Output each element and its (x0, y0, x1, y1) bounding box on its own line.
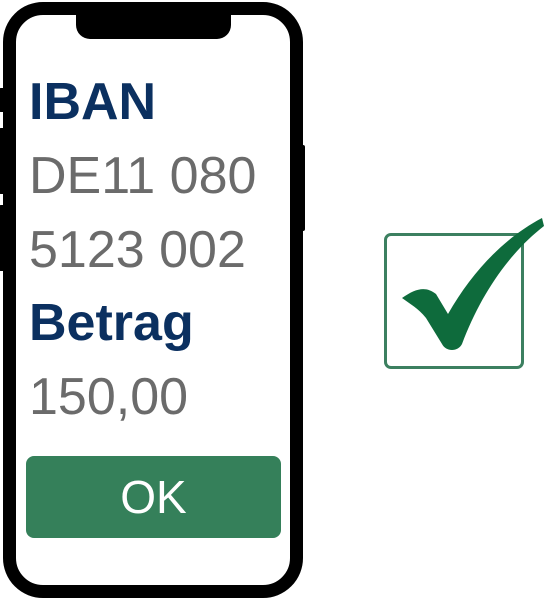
phone-notch (76, 13, 231, 39)
phone-volume-up-button (0, 128, 5, 194)
ok-button[interactable]: OK (26, 456, 281, 538)
amount-value: 150,00 (29, 368, 189, 426)
amount-label: Betrag (29, 294, 194, 352)
phone-side-button (0, 88, 5, 112)
iban-value-line-1: DE11 080 (29, 147, 257, 205)
iban-value-line-2: 5123 002 (29, 221, 246, 279)
phone-power-button (299, 145, 305, 231)
checkmark-icon (402, 218, 544, 350)
iban-label: IBAN (29, 73, 157, 131)
phone-volume-down-button (0, 205, 5, 271)
